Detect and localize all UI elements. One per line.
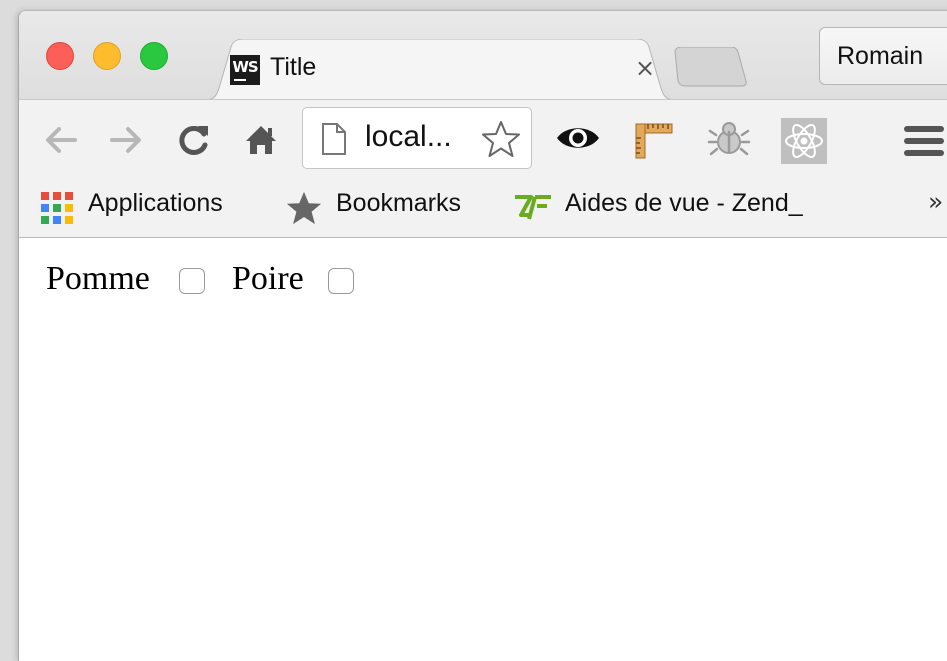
menu-icon[interactable] <box>904 124 944 158</box>
browser-toolbar: local... <box>19 99 947 180</box>
back-icon[interactable] <box>41 120 81 160</box>
bug-extension-icon[interactable] <box>707 118 751 162</box>
zend-icon <box>515 195 551 220</box>
address-bar[interactable]: local... <box>302 107 532 169</box>
zoom-window-button[interactable] <box>140 42 168 70</box>
close-window-button[interactable] <box>46 42 74 70</box>
profile-name: Romain <box>837 42 924 70</box>
eye-extension-icon[interactable] <box>554 118 602 158</box>
profile-button[interactable]: Romain <box>819 27 947 85</box>
react-extension-icon[interactable] <box>781 118 827 164</box>
bookmarks-bar: Applications Bookmarks Aides de vue - Ze… <box>19 179 947 238</box>
poire-label: Poire <box>232 260 304 297</box>
bookmark-applications[interactable]: Applications <box>88 189 223 218</box>
forward-icon[interactable] <box>106 120 146 160</box>
home-icon[interactable] <box>241 120 281 160</box>
new-tab-button[interactable] <box>669 47 749 87</box>
bookmark-aides-de-vue[interactable]: Aides de vue - Zend_ <box>565 189 803 218</box>
bookmark-star-icon[interactable] <box>481 119 521 159</box>
minimize-window-button[interactable] <box>93 42 121 70</box>
tab-title[interactable]: WS Title × <box>205 39 675 101</box>
browser-window: WS Title × Romain local... Applications … <box>18 10 947 661</box>
url-text[interactable]: local... <box>365 120 452 154</box>
ruler-extension-icon[interactable] <box>632 118 674 160</box>
title-bar: WS Title × Romain <box>19 11 947 101</box>
tab-close-icon[interactable]: × <box>635 53 655 83</box>
tab-title-label: Title <box>270 53 317 81</box>
more-bookmarks-icon[interactable]: » <box>928 187 943 216</box>
poire-checkbox[interactable] <box>328 268 354 294</box>
page-icon <box>322 123 346 155</box>
star-icon <box>286 191 322 225</box>
apps-grid-icon[interactable] <box>40 191 74 225</box>
reload-icon[interactable] <box>174 120 214 160</box>
webstorm-favicon-icon: WS <box>230 55 260 85</box>
pomme-checkbox[interactable] <box>179 268 205 294</box>
bookmark-bookmarks-folder[interactable]: Bookmarks <box>336 189 461 218</box>
page-content: Pomme Poire <box>19 238 947 661</box>
pomme-label: Pomme <box>46 260 150 297</box>
